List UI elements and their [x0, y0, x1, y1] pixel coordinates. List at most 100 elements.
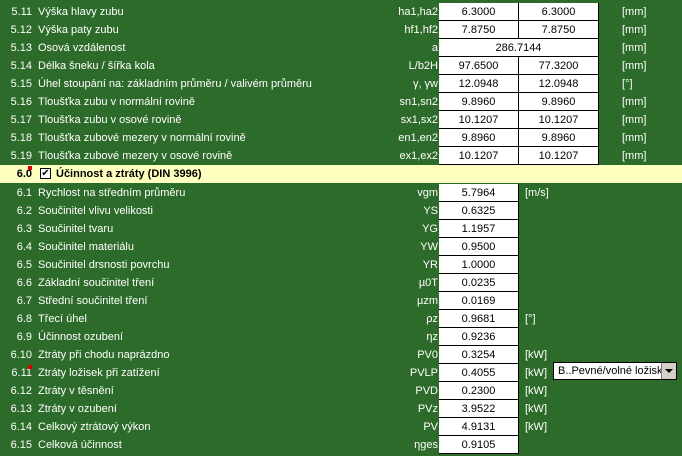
value-cell[interactable]: 1.1957	[439, 220, 519, 238]
row-symbol: ha1,ha2	[398, 6, 438, 18]
table-row: 5.12 Výška paty zubu hf1,hf2 7.8750 7.87…	[0, 21, 682, 39]
value-cell[interactable]: 4.9131	[439, 418, 519, 436]
table-row: 6.8 Třecí úhel ρz 0.9681 [°]	[0, 310, 682, 328]
value-cell-2[interactable]: 9.8960	[519, 93, 599, 111]
row-unit: [°]	[525, 313, 536, 325]
value-cell-2[interactable]: 6.3000	[519, 3, 599, 21]
value-cell-1[interactable]: 12.0948	[439, 75, 519, 93]
row-symbol: sx1,sx2	[400, 114, 438, 126]
value-cell-1[interactable]: 10.1207	[439, 111, 519, 129]
row-symbol: hf1,hf2	[404, 24, 438, 36]
value-cell[interactable]: 0.9681	[439, 310, 519, 328]
row-symbol: YW	[420, 241, 438, 253]
value-cell-1[interactable]: 6.3000	[439, 3, 519, 21]
row-symbol: PVD	[415, 385, 438, 397]
row-unit: [kW]	[525, 367, 547, 379]
row-number: 6.14	[10, 421, 32, 433]
row-symbol: ex1,ex2	[399, 150, 438, 162]
row-unit: [kW]	[525, 385, 547, 397]
value-cell-1[interactable]: 9.8960	[439, 93, 519, 111]
row-symbol: YG	[422, 223, 438, 235]
value-cell-1[interactable]: 97.6500	[439, 57, 519, 75]
value-cell-2[interactable]: 12.0948	[519, 75, 599, 93]
value-cell[interactable]: 1.0000	[439, 256, 519, 274]
row-number: 6.15	[10, 439, 32, 451]
value-cell[interactable]: 0.0169	[439, 292, 519, 310]
row-number: 6.6	[16, 277, 32, 289]
row-description: Výška paty zubu	[38, 24, 119, 36]
value-cell[interactable]: 0.9236	[439, 328, 519, 346]
row-description: Celkový ztrátový výkon	[38, 421, 151, 433]
value-cell-1[interactable]: 9.8960	[439, 129, 519, 147]
bearing-type-value: B..Pevné/volné ložisko	[558, 365, 669, 377]
row-number: 5.13	[10, 42, 32, 54]
row-description: Základní součinitel tření	[38, 277, 155, 289]
comment-marker-icon	[28, 365, 32, 369]
value-cell[interactable]: 0.6325	[439, 202, 519, 220]
row-symbol: PV	[423, 421, 438, 433]
value-cell[interactable]: 0.2300	[439, 382, 519, 400]
bearing-type-select[interactable]: B..Pevné/volné ložisko	[553, 362, 677, 380]
row-unit: [mm]	[622, 114, 647, 126]
row-number: 5.15	[10, 78, 32, 90]
row-description: Tloušťka zubové mezery v osové rovině	[38, 150, 233, 162]
comment-marker-icon	[28, 166, 32, 170]
row-symbol: PVLP	[409, 367, 438, 379]
row-description: Účinnost ozubení	[38, 331, 123, 343]
row-unit: [kW]	[525, 349, 547, 361]
chevron-down-icon[interactable]	[661, 363, 676, 379]
spreadsheet: 5.11 Výška hlavy zubu ha1,ha2 6.3000 6.3…	[0, 0, 682, 456]
value-cell-2[interactable]: 10.1207	[519, 111, 599, 129]
row-description: Výška hlavy zubu	[38, 6, 124, 18]
value-cell-1[interactable]: 10.1207	[439, 147, 519, 165]
value-cell[interactable]: 3.9522	[439, 400, 519, 418]
row-unit: [°]	[622, 78, 633, 90]
value-cell-2[interactable]: 77.3200	[519, 57, 599, 75]
row-unit: [m/s]	[525, 187, 549, 199]
row-description: Součinitel drsnosti povrchu	[38, 259, 170, 271]
row-symbol: sn1,sn2	[399, 96, 438, 108]
row-description: Osová vzdálenost	[38, 42, 126, 54]
table-row: 6.14 Celkový ztrátový výkon PV 4.9131 [k…	[0, 418, 682, 436]
value-cell[interactable]: 0.4055	[439, 364, 519, 382]
row-symbol: ηges	[414, 439, 438, 451]
value-cell[interactable]: 0.9105	[439, 436, 519, 454]
row-number: 6.4	[16, 241, 32, 253]
row-symbol: YS	[423, 205, 438, 217]
row-unit: [mm]	[622, 42, 647, 54]
value-cell[interactable]: 0.3254	[439, 346, 519, 364]
section-checkbox[interactable]: ✔	[40, 168, 51, 179]
row-unit: [mm]	[622, 96, 647, 108]
value-cell-2[interactable]: 7.8750	[519, 21, 599, 39]
row-number: 6.1	[16, 187, 32, 199]
value-cell[interactable]: 0.9500	[439, 238, 519, 256]
row-unit: [mm]	[622, 150, 647, 162]
row-description: Třecí úhel	[38, 313, 87, 325]
value-cell-1[interactable]: 7.8750	[439, 21, 519, 39]
row-symbol: a	[431, 42, 438, 54]
row-symbol: ρz	[426, 313, 438, 325]
row-number: 6.2	[16, 205, 32, 217]
row-number: 5.16	[10, 96, 32, 108]
row-number: 5.14	[10, 60, 32, 72]
value-cell-2[interactable]: 9.8960	[519, 129, 599, 147]
row-description: Součinitel vlivu velikosti	[38, 205, 153, 217]
value-cell[interactable]: 5.7964	[439, 184, 519, 202]
value-cell[interactable]: 0.0235	[439, 274, 519, 292]
row-description: Ztráty ložisek při zatížení	[38, 367, 160, 379]
row-symbol: µ0T	[418, 277, 438, 289]
row-number: 5.18	[10, 132, 32, 144]
row-symbol: en1,en2	[398, 132, 438, 144]
row-description: Součinitel tvaru	[38, 223, 114, 235]
section-header: 6.0 ✔ Účinnost a ztráty (DIN 3996)	[0, 165, 682, 183]
row-unit: [kW]	[525, 403, 547, 415]
row-unit: [mm]	[622, 132, 647, 144]
value-cell-wide[interactable]: 286.7144	[439, 39, 599, 57]
row-number: 6.8	[16, 313, 32, 325]
row-description: Rychlost na středním průměru	[38, 187, 186, 199]
row-description: Součinitel materiálu	[38, 241, 134, 253]
row-number: 6.13	[10, 403, 32, 415]
table-row: 6.6 Základní součinitel tření µ0T 0.0235	[0, 274, 682, 292]
table-row: 6.7 Střední součinitel tření µzm 0.0169	[0, 292, 682, 310]
value-cell-2[interactable]: 10.1207	[519, 147, 599, 165]
